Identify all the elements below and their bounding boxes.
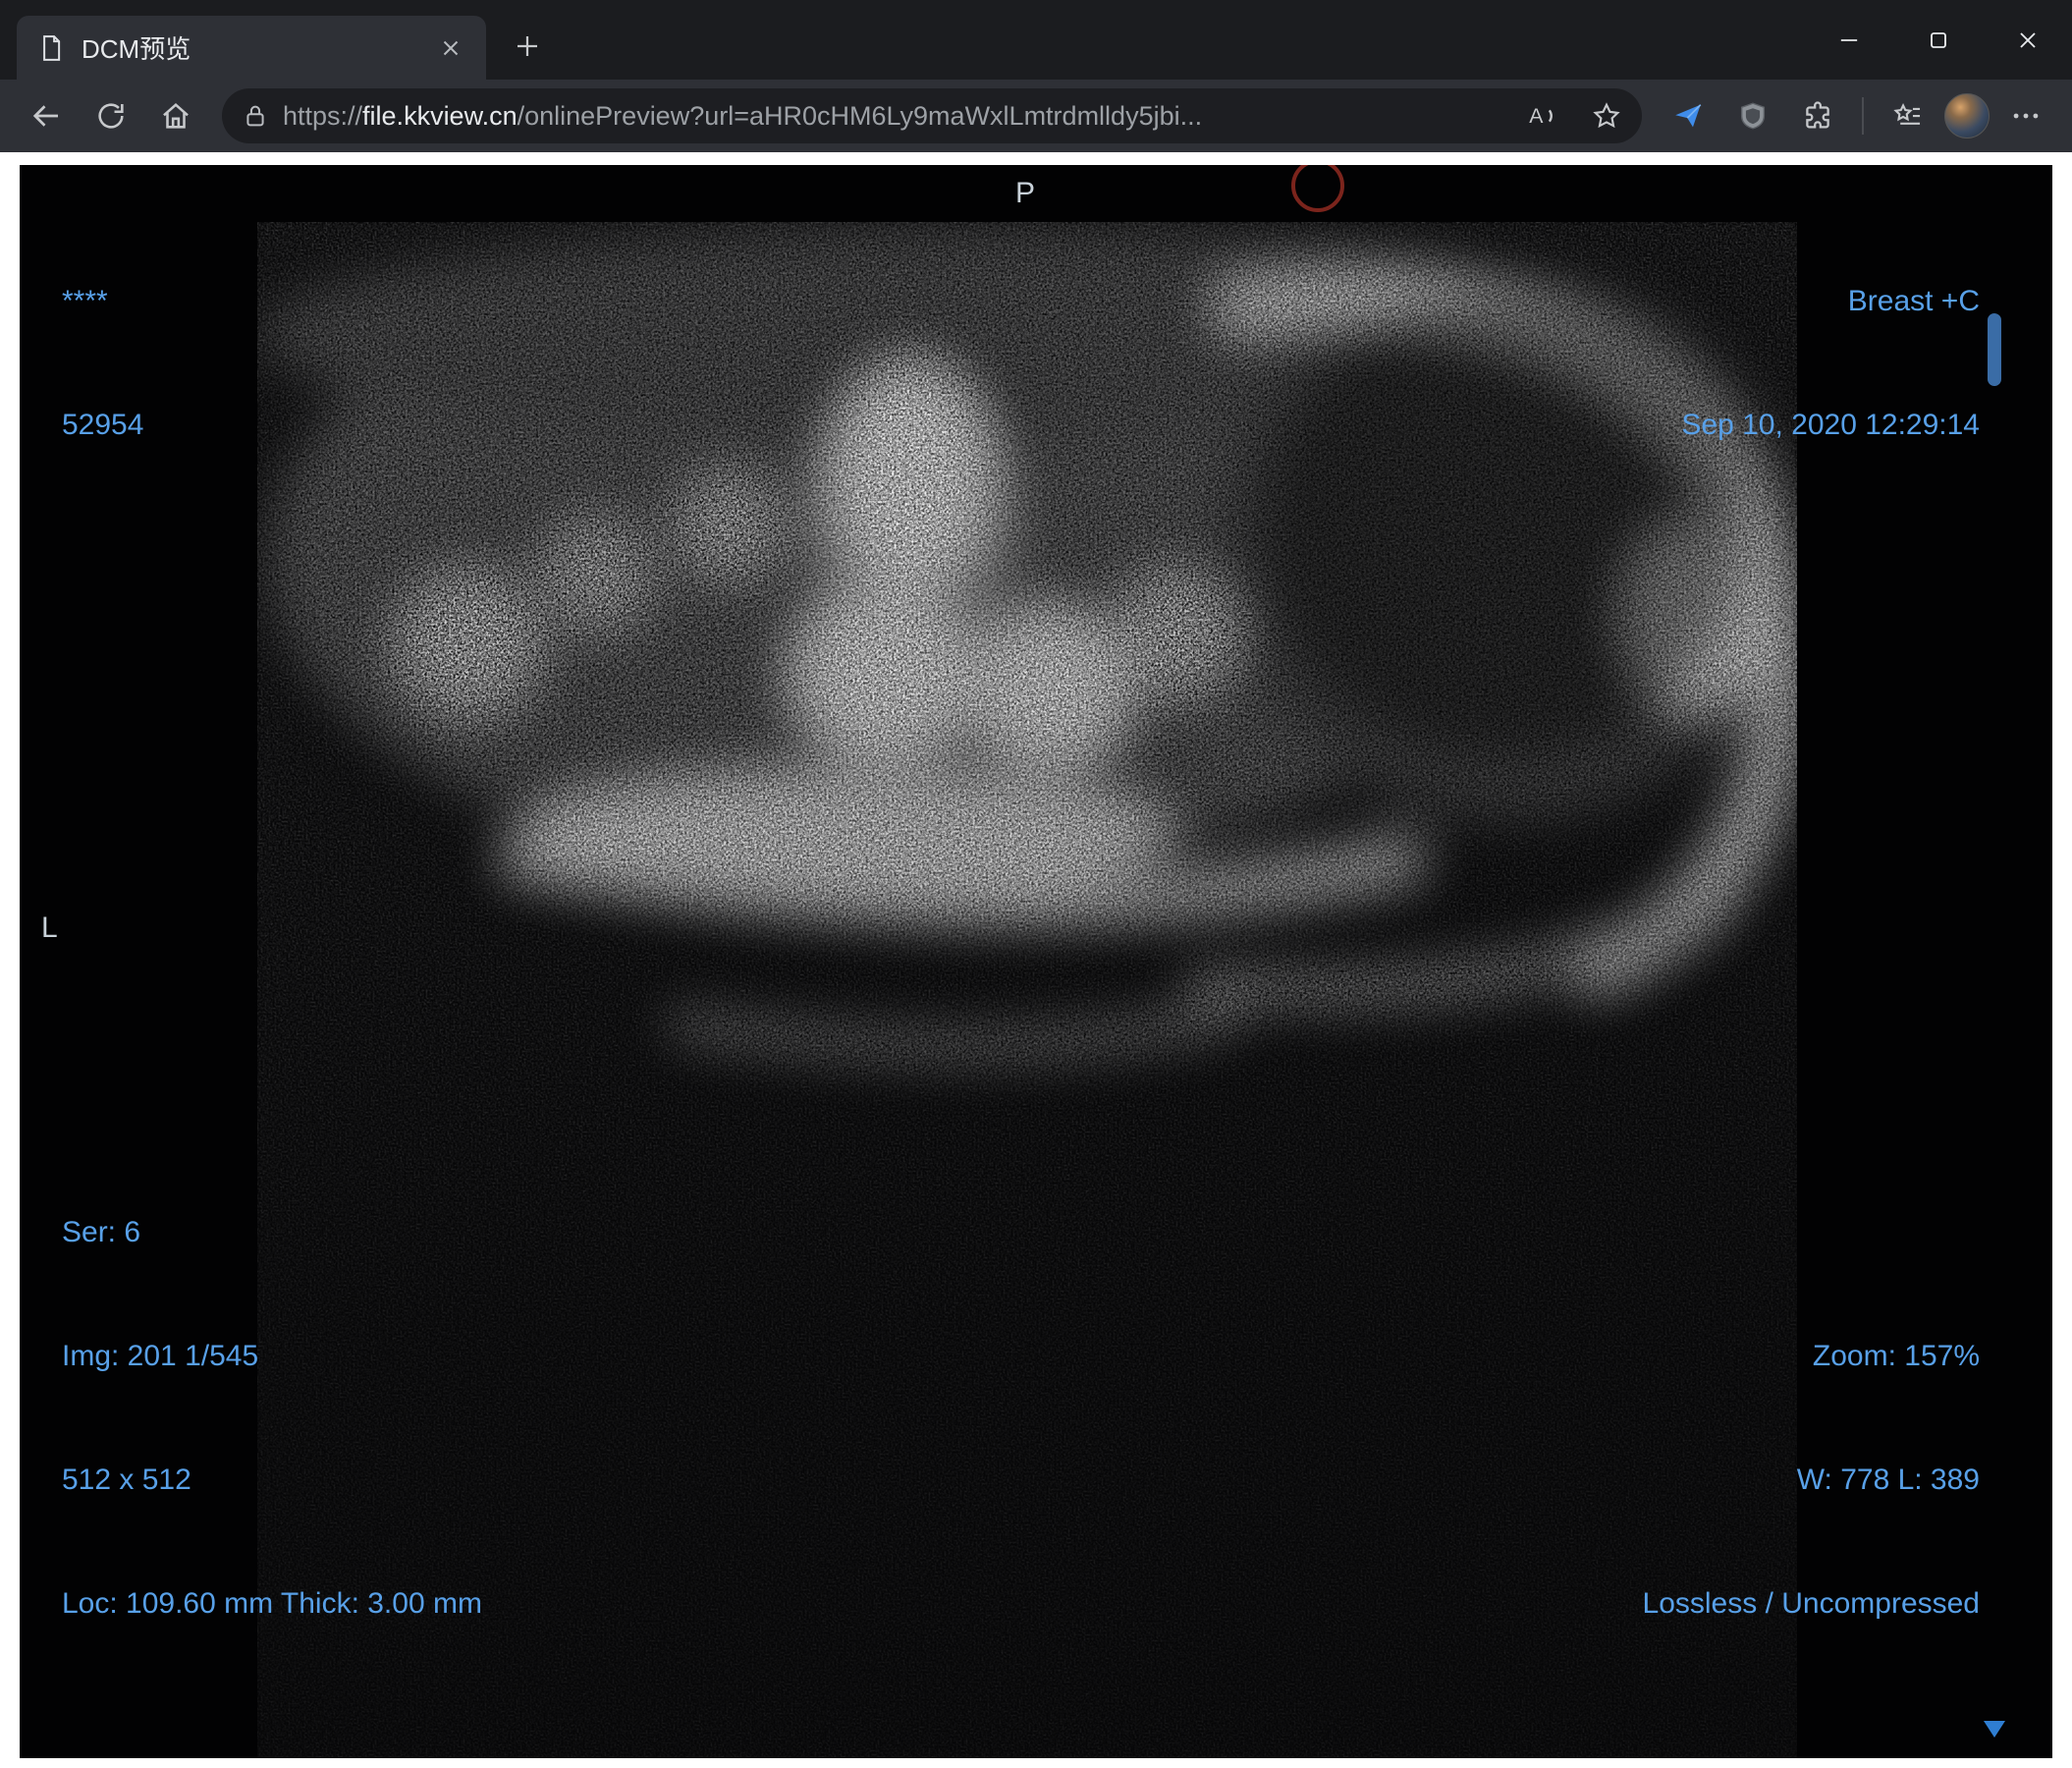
url-scheme: https:// xyxy=(283,100,363,131)
add-favorite-button[interactable] xyxy=(1581,92,1632,139)
overlay-anonymized-name: **** xyxy=(62,285,108,317)
overlay-patient-id: 52954 xyxy=(62,409,144,441)
favorites-hub-button[interactable] xyxy=(1880,88,1936,143)
url-path: /onlinePreview?url=aHR0cHM6Ly9maWxlLmtrd… xyxy=(517,100,1203,131)
svg-text:A: A xyxy=(1529,104,1544,128)
page-favicon-document-icon xyxy=(36,33,66,63)
overlay-study-description: Breast +C xyxy=(1847,285,1980,317)
mri-scan-image xyxy=(257,222,1797,1758)
overlay-image-number: Img: 201 1/545 xyxy=(62,1340,259,1372)
blue-extension-icon xyxy=(1675,104,1702,128)
minimize-button[interactable] xyxy=(1804,0,1893,80)
read-aloud-button[interactable]: A xyxy=(1516,92,1567,139)
back-arrow-icon xyxy=(32,105,58,127)
overlay-window-level: W: 778 L: 389 xyxy=(1796,1464,1980,1496)
extension-button-shield[interactable] xyxy=(1724,88,1781,143)
overlay-series-number: Ser: 6 xyxy=(62,1216,141,1248)
puzzle-icon xyxy=(1806,101,1829,129)
lock-icon xyxy=(242,102,269,130)
overlay-zoom-level: Zoom: 157% xyxy=(1812,1340,1980,1372)
browser-titlebar: DCM预览 xyxy=(0,0,2072,80)
back-button[interactable] xyxy=(18,88,75,143)
read-aloud-icon: A xyxy=(1529,104,1553,128)
browser-toolbar: https://file.kkview.cn/onlinePreview?url… xyxy=(0,80,2072,152)
favorites-hub-icon xyxy=(1893,102,1921,125)
window-controls xyxy=(1804,0,2072,80)
settings-menu-button[interactable] xyxy=(1997,88,2054,143)
overlay-bottom-left: Ser: 6 Img: 201 1/545 512 x 512 Loc: 109… xyxy=(62,1130,482,1707)
overlay-bottom-right: Zoom: 157% W: 778 L: 389 Lossless / Unco… xyxy=(1643,1253,1980,1707)
page-background: **** 52954 Breast +C Sep 10, 2020 12:29:… xyxy=(0,152,2072,1768)
star-icon xyxy=(1593,102,1620,129)
overlay-slice-location: Loc: 109.60 mm Thick: 3.00 mm xyxy=(62,1587,482,1620)
tab-title: DCM预览 xyxy=(82,34,191,64)
close-window-button[interactable] xyxy=(1983,0,2072,80)
overlay-compression: Lossless / Uncompressed xyxy=(1642,1587,1980,1620)
orientation-marker-left: L xyxy=(41,912,58,944)
viewer-scrollbar-thumb[interactable] xyxy=(1988,313,2001,386)
refresh-button[interactable] xyxy=(82,88,139,143)
overlay-top-left: **** 52954 xyxy=(62,198,143,528)
overlay-study-datetime: Sep 10, 2020 12:29:14 xyxy=(1681,409,1980,441)
address-bar[interactable]: https://file.kkview.cn/onlinePreview?url… xyxy=(222,88,1642,143)
home-button[interactable] xyxy=(147,88,204,143)
viewer-scroll-down-arrow[interactable] xyxy=(1984,1721,2005,1738)
refresh-icon xyxy=(98,103,124,129)
profile-avatar[interactable] xyxy=(1944,93,1990,138)
extension-button-blue[interactable] xyxy=(1660,88,1717,143)
new-tab-button[interactable] xyxy=(504,23,551,70)
url-domain: file.kkview.cn xyxy=(362,100,518,131)
annotation-circle xyxy=(1291,165,1344,212)
overlay-matrix-size: 512 x 512 xyxy=(62,1464,191,1496)
browser-window: DCM预览 https://file.kkview.cn/onlinePrevi… xyxy=(0,0,2072,1768)
browser-tab[interactable]: DCM预览 xyxy=(17,16,486,80)
toolbar-divider xyxy=(1862,97,1864,135)
extensions-button[interactable] xyxy=(1789,88,1846,143)
ellipsis-icon xyxy=(2013,113,2039,119)
url-text: https://file.kkview.cn/onlinePreview?url… xyxy=(283,101,1502,132)
tab-close-icon[interactable] xyxy=(431,28,470,68)
home-icon xyxy=(163,102,189,129)
orientation-marker-posterior: P xyxy=(1015,177,1036,209)
overlay-top-right: Breast +C Sep 10, 2020 12:29:14 xyxy=(1681,198,1980,528)
shield-extension-icon xyxy=(1740,102,1766,130)
maximize-button[interactable] xyxy=(1893,0,1983,80)
dicom-viewer[interactable]: **** 52954 Breast +C Sep 10, 2020 12:29:… xyxy=(20,165,2052,1758)
